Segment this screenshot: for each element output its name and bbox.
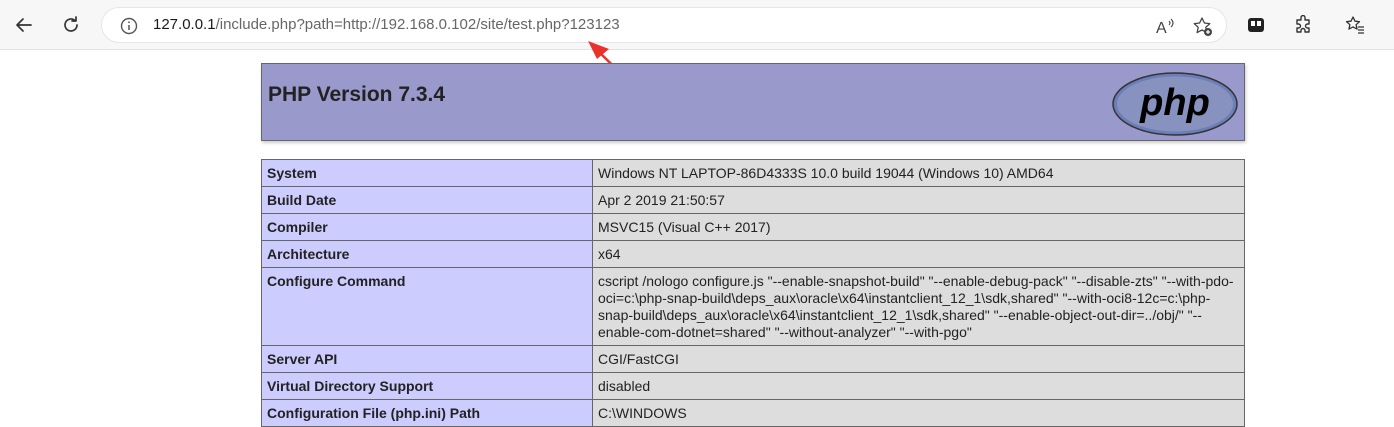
row-key: Configuration File (php.ini) Path xyxy=(261,399,593,427)
page-title: PHP Version 7.3.4 xyxy=(268,83,446,106)
row-key: Server API xyxy=(261,345,593,373)
table-row: Build Date Apr 2 2019 21:50:57 xyxy=(261,186,1245,214)
read-aloud-icon[interactable]: A xyxy=(1154,16,1176,38)
info-icon[interactable] xyxy=(119,16,139,36)
row-key: Architecture xyxy=(261,240,593,268)
table-row: Configuration File (php.ini) Path C:\WIND… xyxy=(261,399,1245,427)
row-key: Configure Command xyxy=(261,267,593,346)
url-text[interactable]: 127.0.0.1/include.php?path=http://192.16… xyxy=(153,16,620,33)
row-value: Windows NT LAPTOP-86D4333S 10.0 build 19… xyxy=(592,159,1245,187)
row-value: disabled xyxy=(592,372,1245,400)
favorites-icon[interactable] xyxy=(1339,9,1371,41)
svg-text:A: A xyxy=(1156,20,1167,37)
row-value: CGI/FastCGI xyxy=(592,345,1245,373)
collections-icon[interactable] xyxy=(1240,9,1272,41)
extensions-icon[interactable] xyxy=(1287,9,1319,41)
row-key: System xyxy=(261,159,593,187)
phpinfo-table: System Windows NT LAPTOP-86D4333S 10.0 bu… xyxy=(261,159,1245,427)
address-bar[interactable]: 127.0.0.1/include.php?path=http://192.16… xyxy=(101,7,1227,43)
table-row: Architecture x64 xyxy=(261,240,1245,268)
row-key: Build Date xyxy=(261,186,593,214)
table-row: Server API CGI/FastCGI xyxy=(261,345,1245,373)
table-row: System Windows NT LAPTOP-86D4333S 10.0 bu… xyxy=(261,159,1245,187)
add-favorite-icon[interactable] xyxy=(1192,16,1214,38)
url-path: /include.php?path=http://192.168.0.102/s… xyxy=(215,16,620,33)
table-row: Compiler MSVC15 (Visual C++ 2017) xyxy=(261,213,1245,241)
row-value: Apr 2 2019 21:50:57 xyxy=(592,186,1245,214)
row-key: Compiler xyxy=(261,213,593,241)
phpinfo-header: PHP Version 7.3.4 php xyxy=(261,63,1245,141)
browser-toolbar: 127.0.0.1/include.php?path=http://192.16… xyxy=(0,0,1394,50)
row-value: C:\WINDOWS xyxy=(592,399,1245,427)
url-host: 127.0.0.1 xyxy=(153,16,216,33)
row-key: Virtual Directory Support xyxy=(261,372,593,400)
php-logo: php xyxy=(1112,72,1238,136)
back-arrow-icon[interactable] xyxy=(8,9,40,41)
row-value: cscript /nologo configure.js "--enable-s… xyxy=(592,267,1245,346)
table-row: Virtual Directory Support disabled xyxy=(261,372,1245,400)
table-row: Configure Command cscript /nologo configu… xyxy=(261,267,1245,346)
reload-icon[interactable] xyxy=(55,9,87,41)
row-value: x64 xyxy=(592,240,1245,268)
php-logo-text: php xyxy=(1139,82,1210,124)
row-value: MSVC15 (Visual C++ 2017) xyxy=(592,213,1245,241)
